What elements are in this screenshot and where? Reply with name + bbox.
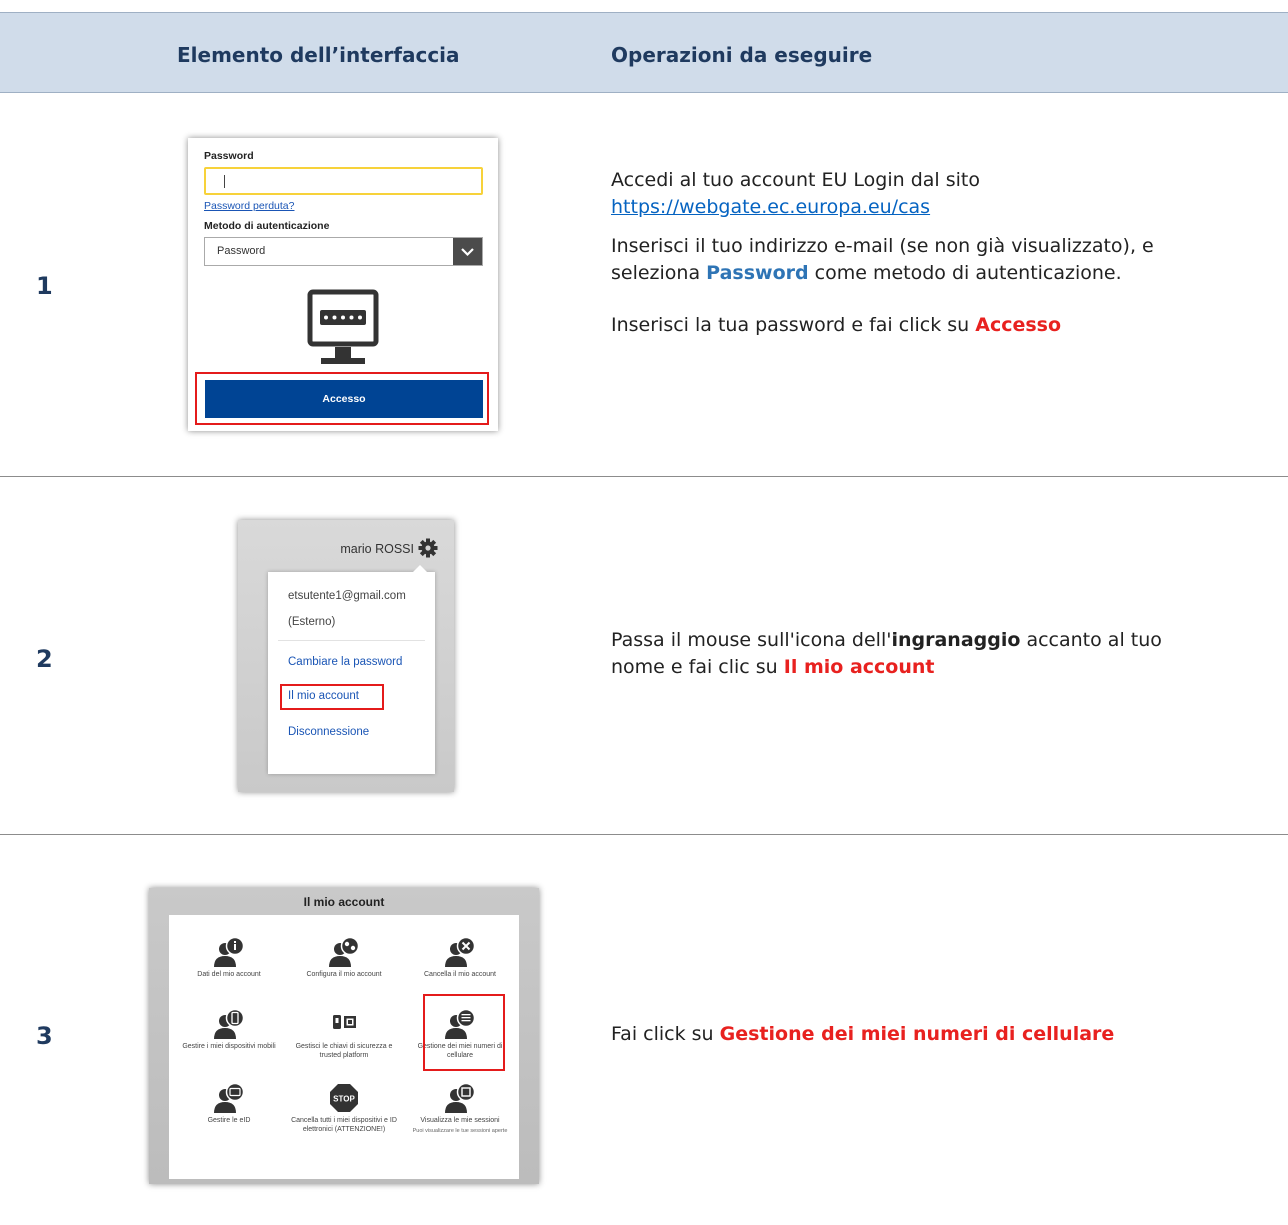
- user-mobile-icon: [214, 1009, 245, 1039]
- highlight-password: Password: [706, 262, 809, 284]
- monitor-password-icon: [307, 289, 379, 369]
- my-account-screenshot: Il mio account Dati del mio account Conf…: [149, 888, 539, 1184]
- highlight-box: [195, 372, 489, 425]
- account-option[interactable]: Gestire i miei dispositivi mobili: [174, 1009, 284, 1052]
- instruction-line: Accedi al tuo account EU Login dal sito: [611, 169, 980, 191]
- step-row-1: 1 Password Password perduta? Metodo di a…: [0, 94, 1288, 477]
- step-row-3: 3 Il mio account Dati del mio account Co: [0, 836, 1288, 1225]
- user-name: mario ROSSI: [340, 542, 414, 556]
- login-screenshot: Password Password perduta? Metodo di aut…: [188, 138, 498, 431]
- menu-pointer: [413, 565, 427, 572]
- user-settings-icon: [329, 937, 360, 967]
- step-3-instructions: Fai click su Gestione dei miei numeri di…: [611, 1021, 1114, 1048]
- option-label: Configura il mio account: [306, 971, 382, 978]
- stop-icon: STOP: [330, 1084, 358, 1112]
- option-label: Gestisci le chiavi di sicurezza e truste…: [295, 1043, 393, 1059]
- highlight-box: [280, 684, 384, 710]
- user-menu-screenshot: mario ROSSI etsutente1@gmail.com (Estern…: [238, 520, 454, 792]
- account-options-grid: Dati del mio account Configura il mio ac…: [169, 915, 519, 1179]
- table-header: Elemento dell’interfaccia Operazioni da …: [0, 12, 1288, 93]
- column-header-operations: Operazioni da eseguire: [611, 43, 873, 67]
- option-sublabel: Puoi visualizzare le tue sessioni aperte: [412, 1127, 508, 1134]
- highlight-box: [423, 994, 505, 1071]
- option-label: Dati del mio account: [197, 971, 261, 978]
- instruction-line: seleziona Password come metodo di autent…: [611, 262, 1122, 284]
- account-option[interactable]: Dati del mio account: [174, 937, 284, 980]
- logout-link[interactable]: Disconnessione: [288, 726, 369, 738]
- step-number: 1: [36, 272, 53, 300]
- auth-method-select[interactable]: Password: [204, 237, 483, 266]
- auth-method-value: Password: [217, 245, 266, 257]
- column-header-interface-element: Elemento dell’interfaccia: [177, 43, 460, 67]
- security-keys-icon: [333, 1015, 356, 1029]
- eu-login-url-link[interactable]: https://webgate.ec.europa.eu/cas: [611, 196, 930, 218]
- step-1-instructions: Accedi al tuo account EU Login dal sito …: [611, 167, 1154, 339]
- lost-password-link[interactable]: Password perduta?: [204, 200, 294, 212]
- gear-icon[interactable]: [418, 538, 438, 558]
- user-sessions-icon: [445, 1083, 476, 1113]
- user-delete-icon: [445, 937, 476, 967]
- user-dropdown-menu: etsutente1@gmail.com (Esterno) Cambiare …: [268, 565, 435, 774]
- text-caret: [224, 175, 225, 188]
- password-field[interactable]: [204, 167, 483, 195]
- highlight-my-account: Il mio account: [783, 656, 935, 678]
- highlight-phone-numbers: Gestione dei miei numeri di cellulare: [719, 1023, 1115, 1045]
- account-option[interactable]: STOP Cancella tutti i miei dispositivi e…: [289, 1083, 399, 1134]
- step-2-instructions: Passa il mouse sull'icona dell'ingranagg…: [611, 627, 1162, 681]
- instruction-line: Fai click su Gestione dei miei numeri di…: [611, 1023, 1115, 1045]
- step-number: 2: [36, 645, 53, 673]
- instruction-line: Inserisci la tua password e fai click su…: [611, 314, 1062, 336]
- account-option[interactable]: Gestire le eID: [174, 1083, 284, 1126]
- highlight-gear: ingranaggio: [891, 629, 1021, 651]
- password-label: Password: [204, 150, 254, 162]
- option-label: Visualizza le mie sessioni: [420, 1117, 500, 1124]
- account-option[interactable]: Configura il mio account: [289, 937, 399, 980]
- user-eid-icon: [214, 1083, 245, 1113]
- account-option[interactable]: Visualizza le mie sessioni Puoi visualiz…: [405, 1083, 515, 1135]
- highlight-accesso: Accesso: [975, 314, 1062, 336]
- my-account-title: Il mio account: [303, 895, 385, 909]
- option-label: Cancella tutti i miei dispositivi e ID e…: [291, 1117, 397, 1133]
- svg-text:STOP: STOP: [333, 1095, 355, 1104]
- option-label: Gestire i miei dispositivi mobili: [182, 1043, 276, 1050]
- account-type: (Esterno): [288, 616, 336, 628]
- step-row-2: 2 mario ROSSI etsutente1@gmail.com (Este…: [0, 478, 1288, 835]
- instruction-line: Passa il mouse sull'icona dell'ingranagg…: [611, 629, 1162, 651]
- account-option[interactable]: Gestisci le chiavi di sicurezza e truste…: [289, 1009, 399, 1060]
- step-number: 3: [36, 1022, 53, 1050]
- menu-divider: [278, 640, 425, 641]
- user-email: etsutente1@gmail.com: [288, 590, 406, 602]
- instruction-line: Inserisci il tuo indirizzo e-mail (se no…: [611, 235, 1154, 257]
- instruction-line: nome e fai clic su Il mio account: [611, 656, 935, 678]
- option-label: Cancella il mio account: [424, 971, 496, 978]
- option-label: Gestire le eID: [207, 1117, 251, 1124]
- chevron-down-icon[interactable]: [453, 238, 482, 265]
- change-password-link[interactable]: Cambiare la password: [288, 656, 402, 668]
- account-option[interactable]: Cancella il mio account: [405, 937, 515, 980]
- user-info-icon: [214, 937, 245, 967]
- auth-method-label: Metodo di autenticazione: [204, 220, 330, 232]
